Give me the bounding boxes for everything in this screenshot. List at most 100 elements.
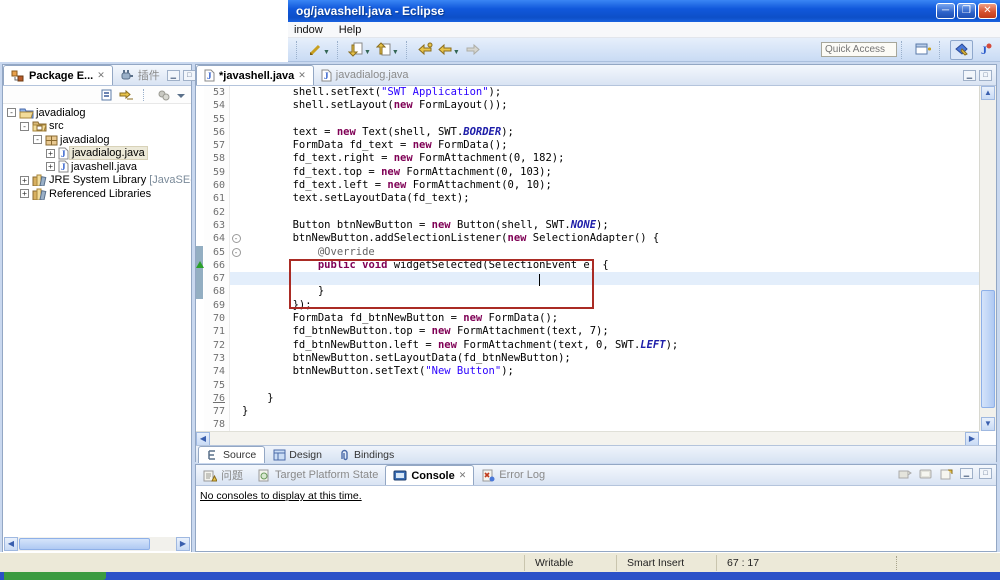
pin-console-icon[interactable] bbox=[897, 468, 912, 481]
title-bar[interactable]: og/javashell.java - Eclipse ─ ❐ ✕ bbox=[288, 0, 1000, 22]
minimize-view-icon[interactable]: ▁ bbox=[167, 70, 180, 81]
quick-access-input[interactable] bbox=[821, 42, 897, 57]
java-perspective-button[interactable]: J bbox=[975, 40, 996, 60]
code-line-64[interactable]: 64- btnNewButton.addSelectionListener(ne… bbox=[196, 232, 979, 245]
editor-tab--javashell-java[interactable]: J*javashell.java✕ bbox=[196, 65, 314, 85]
last-edit-location-icon-dropdown[interactable]: ▼ bbox=[364, 49, 371, 56]
code-line-76[interactable]: 76 } bbox=[196, 392, 979, 405]
tree-item-javadialog[interactable]: -javadialog bbox=[3, 133, 191, 147]
close-tab-icon[interactable]: ✕ bbox=[97, 70, 105, 81]
code-line-72[interactable]: 72 fd_btnNewButton.left = new FormAttach… bbox=[196, 339, 979, 352]
svg-text:J: J bbox=[207, 71, 212, 81]
link-editor-icon[interactable] bbox=[119, 88, 134, 102]
code-editor[interactable]: 53 shell.setText("SWT Application");54 s… bbox=[196, 86, 979, 431]
restore-window-icon[interactable]: ❐ bbox=[957, 3, 976, 19]
subtab-source[interactable]: Source bbox=[198, 446, 265, 463]
console-tab--[interactable]: 问题 bbox=[196, 465, 250, 485]
tree-item-jre-system-library[interactable]: +JRE System Library [JavaSE-1. bbox=[3, 174, 191, 188]
code-line-57[interactable]: 57 FormData fd_text = new FormData(); bbox=[196, 139, 979, 152]
focus-task-icon[interactable] bbox=[157, 88, 171, 102]
code-line-77[interactable]: 77} bbox=[196, 405, 979, 418]
close-tab-icon[interactable]: ✕ bbox=[459, 470, 467, 481]
scroll-up-icon[interactable]: ▲ bbox=[981, 86, 995, 100]
tree-item-src[interactable]: -src bbox=[3, 120, 191, 134]
display-console-icon[interactable] bbox=[918, 468, 933, 481]
explorer-tab-package-e-[interactable]: Package E...✕ bbox=[3, 65, 113, 85]
code-line-62[interactable]: 62 bbox=[196, 206, 979, 219]
tree-item-javadialog[interactable]: -javadialog bbox=[3, 106, 191, 120]
scroll-right-icon[interactable]: ▶ bbox=[965, 432, 979, 446]
collapse-all-icon[interactable] bbox=[99, 88, 114, 102]
editor-tab-javadialog-java[interactable]: Jjavadialog.java bbox=[314, 65, 416, 85]
collapse-icon[interactable]: - bbox=[33, 135, 42, 144]
console-tab-console[interactable]: Console✕ bbox=[385, 465, 474, 485]
next-edit-location-icon[interactable] bbox=[374, 41, 394, 59]
back-icon[interactable] bbox=[435, 41, 455, 59]
collapse-icon[interactable]: - bbox=[20, 122, 29, 131]
code-line-63[interactable]: 63 Button btnNewButton = new Button(shel… bbox=[196, 219, 979, 232]
back-icon-dropdown[interactable]: ▼ bbox=[453, 49, 460, 56]
expand-icon[interactable]: + bbox=[46, 149, 55, 158]
explorer-tab--[interactable]: 插件 bbox=[113, 65, 167, 85]
console-tab-target-platform-state[interactable]: Target Platform State bbox=[250, 465, 385, 485]
expand-icon[interactable]: + bbox=[46, 162, 55, 171]
scrollbar-thumb[interactable] bbox=[981, 290, 995, 408]
expand-icon[interactable]: + bbox=[20, 176, 29, 185]
code-line-65[interactable]: 65- @Override bbox=[196, 246, 979, 259]
fold-collapse-icon[interactable]: - bbox=[230, 232, 242, 245]
subtab-design[interactable]: Design bbox=[265, 446, 330, 463]
view-menu-icon[interactable] bbox=[176, 88, 187, 102]
back-history-icon[interactable] bbox=[415, 41, 435, 59]
code-line-55[interactable]: 55 bbox=[196, 113, 979, 126]
last-edit-location-icon[interactable] bbox=[346, 41, 366, 59]
scrollbar-thumb[interactable] bbox=[19, 538, 150, 550]
open-perspective-button[interactable] bbox=[912, 40, 935, 60]
editor-horizontal-scrollbar[interactable]: ◀ ▶ bbox=[196, 431, 979, 445]
fold-collapse-icon[interactable]: - bbox=[230, 246, 242, 259]
code-line-61[interactable]: 61 text.setLayoutData(fd_text); bbox=[196, 192, 979, 205]
open-console-icon[interactable] bbox=[939, 468, 954, 481]
collapse-icon[interactable]: - bbox=[7, 108, 16, 117]
run-tool-icon[interactable] bbox=[305, 41, 325, 59]
maximize-view-icon[interactable]: □ bbox=[183, 70, 196, 81]
console-tab-error-log[interactable]: Error Log bbox=[474, 465, 552, 485]
code-line-71[interactable]: 71 fd_btnNewButton.top = new FormAttachm… bbox=[196, 325, 979, 338]
code-line-74[interactable]: 74 btnNewButton.setText("New Button"); bbox=[196, 365, 979, 378]
editor-vertical-scrollbar[interactable]: ▲ ▼ bbox=[979, 86, 996, 431]
maximize-view-icon[interactable]: □ bbox=[979, 468, 992, 479]
scroll-down-icon[interactable]: ▼ bbox=[981, 417, 995, 431]
minimize-window-icon[interactable]: ─ bbox=[936, 3, 955, 19]
code-line-56[interactable]: 56 text = new Text(shell, SWT.BORDER); bbox=[196, 126, 979, 139]
menu-item-indow[interactable]: indow bbox=[294, 24, 323, 36]
code-line-70[interactable]: 70 FormData fd_btnNewButton = new FormDa… bbox=[196, 312, 979, 325]
tree-item-javashell-java[interactable]: +Jjavashell.java bbox=[3, 160, 191, 174]
start-button-fragment[interactable] bbox=[4, 572, 106, 580]
code-line-78[interactable]: 78 bbox=[196, 418, 979, 431]
run-tool-icon-dropdown[interactable]: ▼ bbox=[323, 49, 330, 56]
subtab-bindings[interactable]: Bindings bbox=[330, 446, 402, 463]
code-line-53[interactable]: 53 shell.setText("SWT Application"); bbox=[196, 86, 979, 99]
explorer-horizontal-scrollbar[interactable]: ◀ ▶ bbox=[4, 537, 190, 551]
next-edit-location-icon-dropdown[interactable]: ▼ bbox=[392, 49, 399, 56]
expand-icon[interactable]: + bbox=[20, 189, 29, 198]
code-line-58[interactable]: 58 fd_text.right = new FormAttachment(0,… bbox=[196, 152, 979, 165]
code-line-75[interactable]: 75 bbox=[196, 379, 979, 392]
os-taskbar[interactable] bbox=[0, 572, 1000, 580]
minimize-view-icon[interactable]: ▁ bbox=[960, 468, 973, 479]
scroll-left-icon[interactable]: ◀ bbox=[4, 537, 18, 551]
maximize-view-icon[interactable]: □ bbox=[979, 70, 992, 81]
scroll-right-icon[interactable]: ▶ bbox=[176, 537, 190, 551]
windowbuilder-perspective-button[interactable] bbox=[950, 40, 973, 60]
close-window-icon[interactable]: ✕ bbox=[978, 3, 997, 19]
close-tab-icon[interactable]: ✕ bbox=[298, 70, 306, 81]
minimize-view-icon[interactable]: ▁ bbox=[963, 70, 976, 81]
code-line-73[interactable]: 73 btnNewButton.setLayoutData(fd_btnNewB… bbox=[196, 352, 979, 365]
toolbar-drag-handle[interactable] bbox=[296, 41, 301, 59]
code-line-60[interactable]: 60 fd_text.left = new FormAttachment(0, … bbox=[196, 179, 979, 192]
code-line-54[interactable]: 54 shell.setLayout(new FormLayout()); bbox=[196, 99, 979, 112]
tree-item-referenced-libraries[interactable]: +Referenced Libraries bbox=[3, 187, 191, 201]
code-line-59[interactable]: 59 fd_text.top = new FormAttachment(0, 1… bbox=[196, 166, 979, 179]
scroll-left-icon[interactable]: ◀ bbox=[196, 432, 210, 446]
tree-item-javadialog-java[interactable]: +Jjavadialog.java bbox=[3, 147, 191, 161]
menu-item-help[interactable]: Help bbox=[339, 24, 362, 36]
